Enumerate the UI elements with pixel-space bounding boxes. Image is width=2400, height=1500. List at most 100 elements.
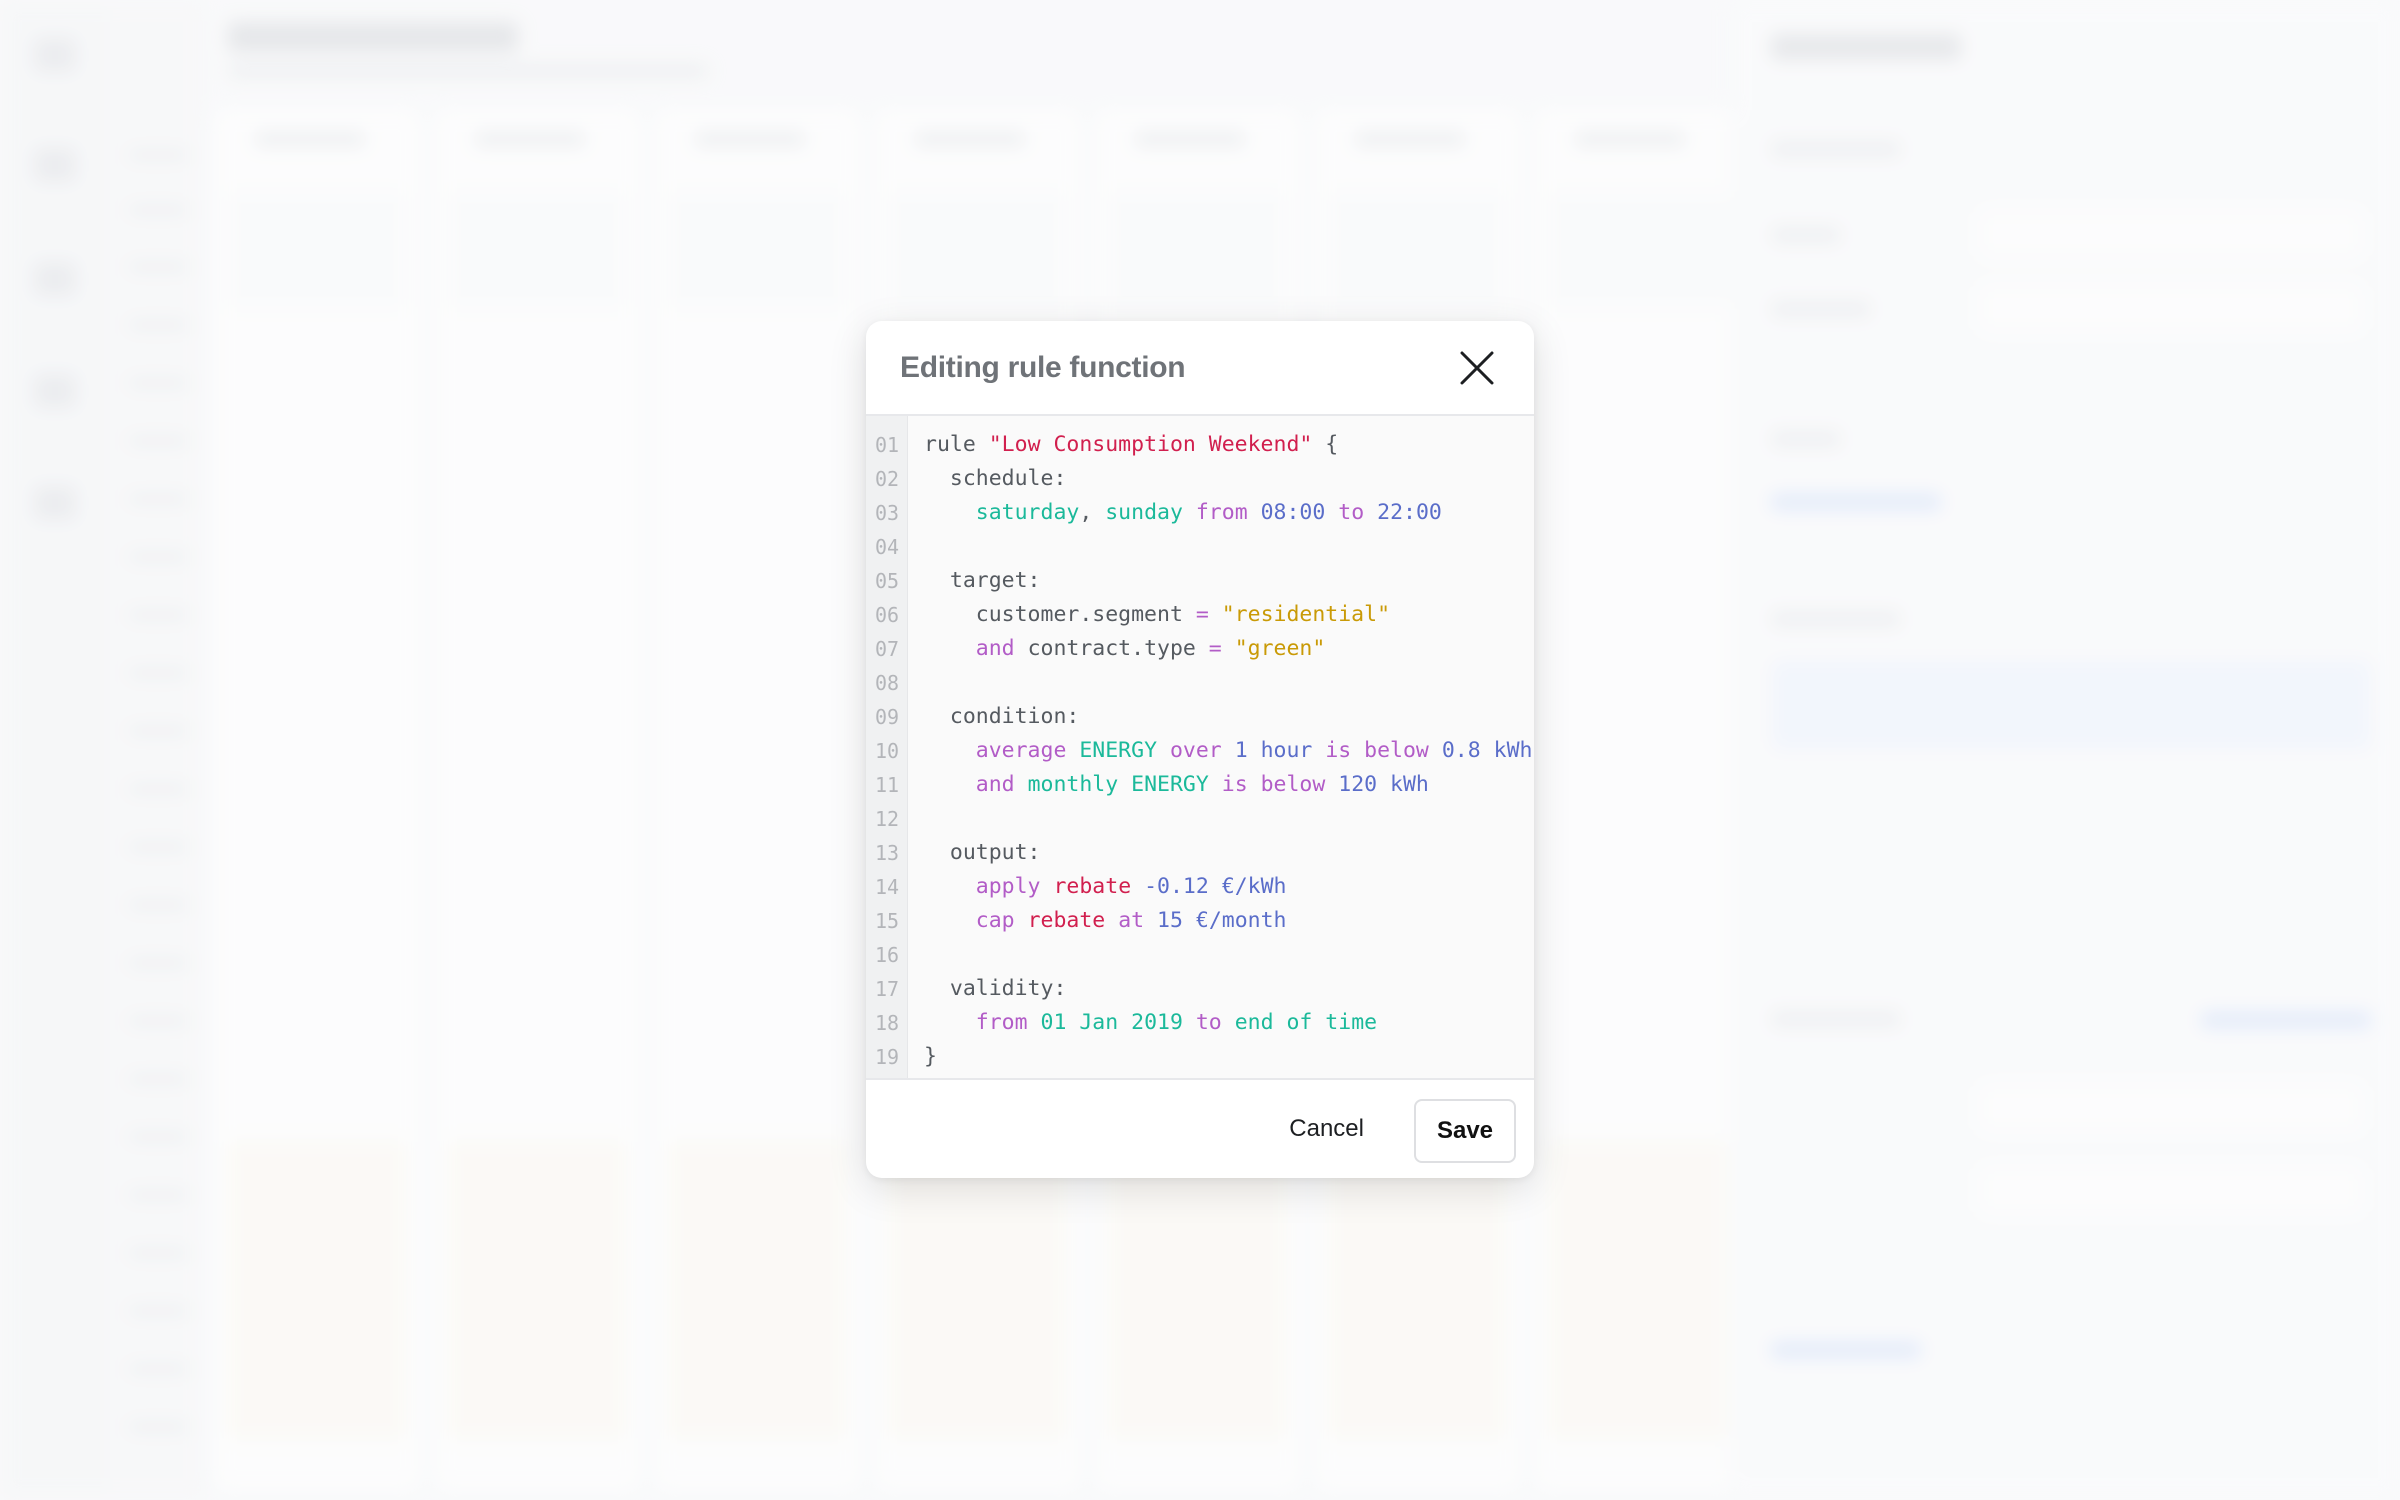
line-number: 03 <box>874 501 900 525</box>
save-button[interactable]: Save <box>1414 1099 1516 1163</box>
code-token: 22:00 <box>1377 500 1442 525</box>
code-token: end of time <box>1234 1010 1378 1035</box>
code-editor[interactable]: 01 rule "Low Consumption Weekend" {02 sch… <box>866 416 1534 1080</box>
code-token: 1 hour <box>1234 738 1313 763</box>
code-token: validity: <box>924 976 1067 1001</box>
line-number: 16 <box>874 943 900 967</box>
code-text: schedule: <box>924 462 1067 496</box>
line-number: 04 <box>874 535 900 559</box>
code-token: rebate <box>1027 908 1106 933</box>
code-token: 08:00 <box>1260 500 1326 525</box>
code-text: validity: <box>924 972 1067 1006</box>
code-line: 12 <box>866 802 1534 836</box>
code-token: to <box>1195 1010 1222 1035</box>
code-token: rule <box>924 432 989 457</box>
code-text: condition: <box>924 700 1079 734</box>
line-number: 07 <box>874 637 900 661</box>
code-line: 03 saturday, sunday from 08:00 to 22:00 <box>866 496 1534 530</box>
code-text: and contract.type = "green" <box>924 632 1326 666</box>
code-text: output: <box>924 836 1041 870</box>
line-number: 10 <box>874 739 900 763</box>
code-token: , <box>1079 500 1106 525</box>
code-token: = <box>1195 602 1209 627</box>
code-token: contract.type <box>1014 636 1209 661</box>
code-line: 06 customer.segment = "residential" <box>866 598 1534 632</box>
code-token: monthly ENERGY <box>1027 772 1209 797</box>
code-token: schedule: <box>924 466 1067 491</box>
code-token: over <box>1169 738 1222 763</box>
code-text: target: <box>924 564 1041 598</box>
cancel-button[interactable]: Cancel <box>1279 1104 1374 1154</box>
code-text: rule "Low Consumption Weekend" { <box>924 428 1338 462</box>
code-line: 15 cap rebate at 15 €/month <box>866 904 1534 938</box>
code-token: ENERGY <box>1079 738 1158 763</box>
code-text: customer.segment = "residential" <box>924 598 1390 632</box>
code-line: 02 schedule: <box>866 462 1534 496</box>
code-text: and monthly ENERGY is below 120 kWh <box>924 768 1429 802</box>
code-text: cap rebate at 15 €/month <box>924 904 1287 938</box>
line-number: 19 <box>874 1045 900 1069</box>
code-line: 17 validity: <box>866 972 1534 1006</box>
code-token: "Low Consumption Weekend" <box>988 432 1313 457</box>
code-line: 01 rule "Low Consumption Weekend" { <box>866 428 1534 462</box>
edit-rule-modal: Editing rule function 01 rule "Low Consum… <box>866 321 1534 1178</box>
code-token: to <box>1338 500 1365 525</box>
line-number: 15 <box>874 909 900 933</box>
code-token: apply <box>975 874 1041 899</box>
code-token: sunday <box>1105 500 1183 525</box>
code-token: -0.12 €/kWh <box>1144 874 1287 899</box>
code-token: condition: <box>924 704 1080 729</box>
code-token: from <box>975 1010 1028 1035</box>
code-token: is below <box>1325 738 1429 763</box>
line-number: 02 <box>874 467 900 491</box>
code-token: 0.8 kWh <box>1441 738 1533 763</box>
code-text: saturday, sunday from 08:00 to 22:00 <box>924 496 1442 530</box>
code-token: customer.segment <box>924 602 1196 627</box>
close-button[interactable] <box>1456 347 1498 389</box>
code-line: 13 output: <box>866 836 1534 870</box>
line-number: 17 <box>874 977 900 1001</box>
code-token: "green" <box>1234 636 1326 661</box>
code-token: cap <box>975 908 1015 933</box>
code-token: target: <box>924 568 1041 593</box>
code-token: from <box>1195 500 1248 525</box>
code-token: and <box>975 636 1015 661</box>
code-text: average ENERGY over 1 hour is below 0.8 … <box>924 734 1533 768</box>
line-number: 01 <box>874 433 900 457</box>
code-line: 09 condition: <box>866 700 1534 734</box>
code-line: 05 target: <box>866 564 1534 598</box>
code-line: 14 apply rebate -0.12 €/kWh <box>866 870 1534 904</box>
code-line: 18 from 01 Jan 2019 to end of time <box>866 1006 1534 1040</box>
line-number: 18 <box>874 1011 900 1035</box>
code-line: 11 and monthly ENERGY is below 120 kWh <box>866 768 1534 802</box>
code-token: "residential" <box>1221 602 1391 627</box>
code-token: 120 kWh <box>1338 772 1429 797</box>
code-lines: 01 rule "Low Consumption Weekend" {02 sch… <box>866 428 1534 1074</box>
code-token: rebate <box>1053 874 1132 899</box>
line-number: 05 <box>874 569 900 593</box>
line-number: 08 <box>874 671 900 695</box>
code-text: from 01 Jan 2019 to end of time <box>924 1006 1377 1040</box>
line-number: 12 <box>874 807 900 831</box>
code-line: 16 <box>866 938 1534 972</box>
code-line: 08 <box>866 666 1534 700</box>
code-token: 15 €/month <box>1157 908 1287 933</box>
